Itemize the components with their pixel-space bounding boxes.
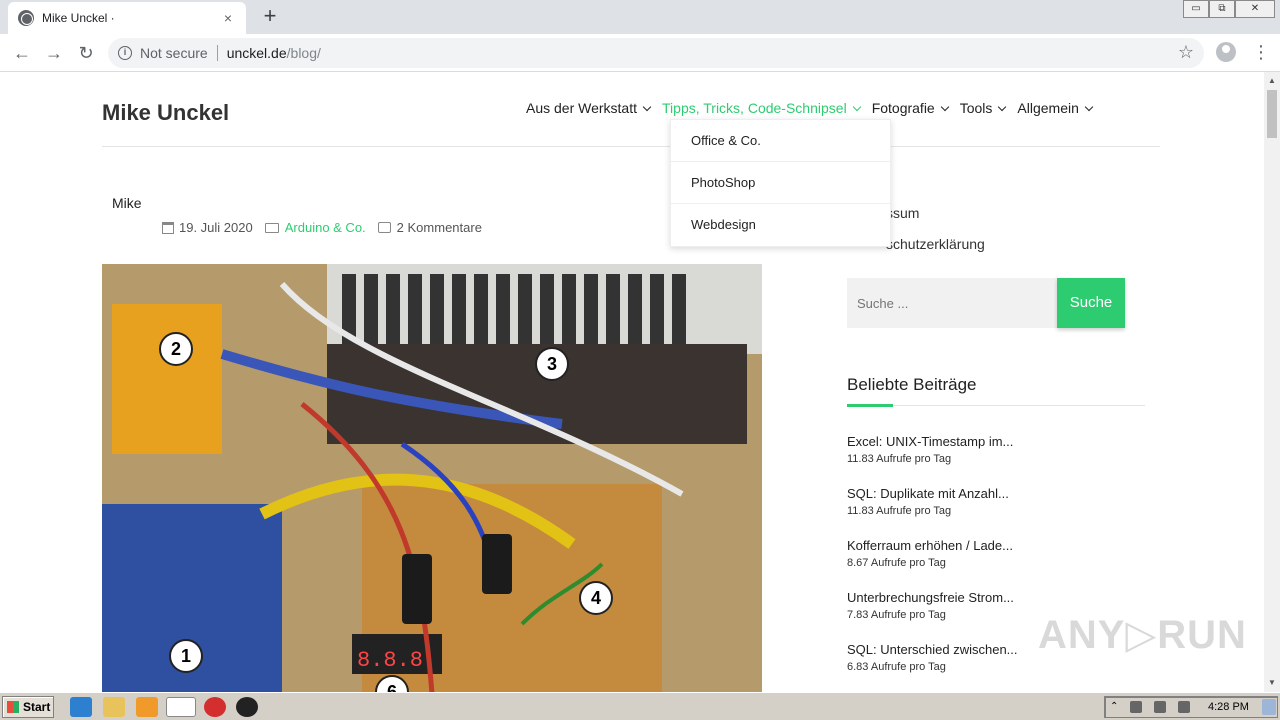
chevron-down-icon (1084, 102, 1094, 111)
browser-tab[interactable]: Mike Unckel · × (8, 2, 246, 34)
nav-item-tools[interactable]: Tools (959, 100, 1007, 116)
nav-item-allgemein[interactable]: Allgemein (1017, 100, 1094, 116)
forward-icon[interactable]: → (42, 41, 66, 65)
nav-item-tipps[interactable]: Tipps, Tricks, Code-Schnipsel (662, 100, 861, 116)
popular-post-link[interactable]: Unterbrechungsfreie Strom... (847, 590, 1147, 605)
circuit-photo: 2 3 4 1 6 8.8.8 (102, 264, 762, 692)
url-domain: unckel.de (226, 45, 287, 61)
widget-title: Beliebte Beiträge (847, 375, 977, 394)
photo-display-digits: 8.8.8 (357, 648, 423, 673)
folder-icon (264, 222, 279, 233)
post-date[interactable]: 19. Juli 2020 (179, 220, 253, 235)
tray-expand-icon[interactable]: ⌃ (1110, 701, 1122, 713)
dropdown-item-photoshop[interactable]: PhotoShop (671, 162, 890, 204)
main-nav: Aus der Werkstatt Tipps, Tricks, Code-Sc… (526, 100, 1094, 116)
popular-post-views: 8.67 Aufrufe pro Tag (847, 557, 946, 569)
chevron-down-icon (852, 102, 861, 111)
info-icon[interactable]: i (118, 46, 132, 60)
nav-item-werkstatt[interactable]: Aus der Werkstatt (526, 100, 652, 116)
chevron-down-icon (940, 102, 949, 111)
post-category[interactable]: Arduino & Co. (285, 220, 366, 235)
photo-marker: 2 (171, 339, 181, 359)
app-icon[interactable] (236, 697, 258, 717)
bookmark-star-icon[interactable]: ☆ (1178, 42, 1194, 63)
volume-icon[interactable] (1130, 701, 1142, 713)
photo-marker: 6 (387, 682, 397, 692)
restore-button[interactable]: ⧉ (1209, 0, 1235, 18)
nav-dropdown: Office & Co. PhotoShop Webdesign (670, 119, 891, 247)
ie-icon[interactable] (70, 697, 92, 717)
explorer-icon[interactable] (103, 697, 125, 717)
web-page: Mike Unckel Aus der Werkstatt Tipps, Tri… (0, 72, 1264, 692)
popular-post-link[interactable]: Excel: UNIX-Timestamp im... (847, 434, 1147, 449)
popular-post-views: 11.83 Aufrufe pro Tag (847, 505, 952, 517)
widget-accent-bar (847, 404, 893, 407)
browser-toolbar: ← → ↻ i Not secure unckel.de/blog/ ☆ (0, 34, 1280, 72)
list-item: Excel: UNIX-Timestamp im... 11.83 Aufruf… (847, 434, 1147, 486)
nav-item-fotografie[interactable]: Fotografie (871, 100, 949, 116)
popular-post-views: 11.83 Aufrufe pro Tag (847, 453, 952, 465)
popular-post-link[interactable]: Kofferraum erhöhen / Lade... (847, 538, 1147, 553)
flag-icon[interactable] (1178, 701, 1190, 713)
security-label: Not secure (140, 45, 208, 61)
calendar-icon (162, 221, 174, 234)
dropdown-item-webdesign[interactable]: Webdesign (671, 204, 890, 246)
nav-label: Aus der Werkstatt (526, 100, 638, 116)
chevron-down-icon (998, 102, 1007, 111)
scroll-down-icon[interactable]: ▼ (1268, 678, 1276, 687)
comment-icon (377, 222, 391, 233)
search-button[interactable]: Suche (1057, 278, 1125, 328)
reload-icon[interactable]: ↻ (74, 41, 98, 65)
nav-label: Allgemein (1017, 100, 1079, 116)
taskbar: Start ⌃ 4:28 PM (0, 692, 1280, 720)
chevron-down-icon (642, 102, 652, 111)
post-author[interactable]: Mike (112, 195, 142, 211)
window-close-button[interactable]: ✕ (1235, 0, 1275, 18)
page-scrollbar[interactable]: ▲ ▼ (1264, 72, 1280, 692)
menu-icon[interactable]: ⋮ (1252, 42, 1270, 62)
post-meta: 19. Juli 2020 Arduino & Co. 2 Kommentare (162, 220, 482, 235)
photo-marker: 1 (181, 646, 191, 666)
nav-label: Tipps, Tricks, Code-Schnipsel (662, 100, 847, 116)
list-item: Kofferraum erhöhen / Lade... 8.67 Aufruf… (847, 538, 1147, 590)
network-icon[interactable] (1154, 701, 1166, 713)
nav-label: Tools (959, 100, 993, 116)
site-title[interactable]: Mike Unckel (102, 100, 229, 126)
media-player-icon[interactable] (136, 697, 158, 717)
post-image[interactable]: 2 3 4 1 6 8.8.8 (102, 264, 762, 692)
popular-post-link[interactable]: SQL: Duplikate mit Anzahl... (847, 486, 1147, 501)
photo-marker: 4 (591, 588, 601, 608)
search-input[interactable] (847, 278, 1057, 328)
clock[interactable]: 4:28 PM (1208, 701, 1249, 713)
minimize-button[interactable]: ▭ (1183, 0, 1209, 18)
anyrun-watermark: ANY▷RUN (1038, 613, 1247, 657)
back-icon[interactable]: ← (10, 41, 34, 65)
browser-tabbar: Mike Unckel · × + ▭ ⧉ ✕ (0, 0, 1280, 34)
start-button[interactable]: Start (2, 696, 54, 718)
nav-label: Fotografie (871, 100, 935, 116)
new-tab-button[interactable]: + (258, 4, 282, 28)
url-path: /blog/ (286, 45, 321, 61)
tab-close-icon[interactable]: × (220, 10, 236, 26)
opera-icon[interactable] (204, 697, 226, 717)
photo-marker: 3 (547, 354, 557, 374)
scroll-up-icon[interactable]: ▲ (1268, 76, 1276, 85)
show-desktop-icon[interactable] (1262, 699, 1276, 715)
list-item: SQL: Duplikate mit Anzahl... 11.83 Aufru… (847, 486, 1147, 538)
address-bar[interactable]: i Not secure unckel.de/blog/ ☆ (108, 38, 1204, 68)
profile-icon[interactable] (1216, 42, 1236, 62)
tab-title: Mike Unckel · (42, 11, 115, 25)
globe-icon (18, 10, 34, 26)
dropdown-item-office[interactable]: Office & Co. (671, 120, 890, 162)
popular-post-views: 6.83 Aufrufe pro Tag (847, 661, 946, 673)
header-divider (102, 146, 1160, 147)
post-comments[interactable]: 2 Kommentare (397, 220, 482, 235)
scrollbar-thumb[interactable] (1267, 90, 1277, 138)
chrome-icon[interactable] (166, 697, 196, 717)
separator (216, 45, 218, 61)
